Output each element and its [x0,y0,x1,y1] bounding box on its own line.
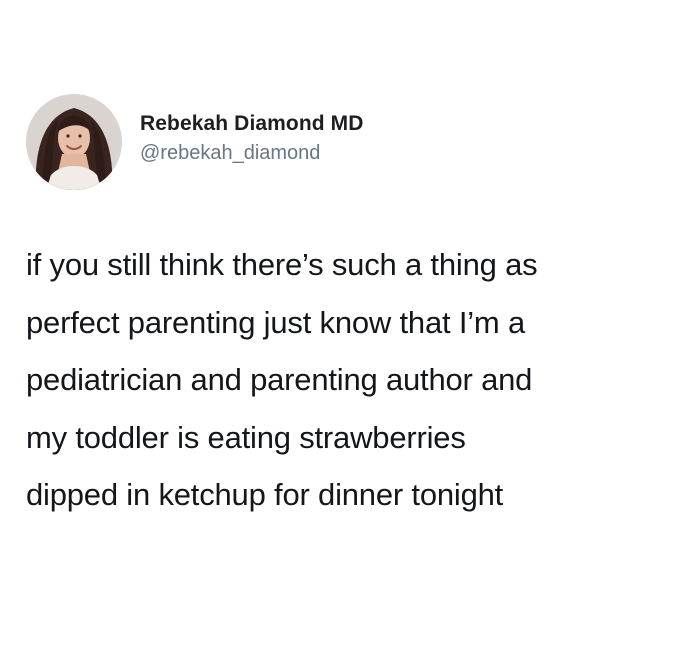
tweet-text-line: if you still think there’s such a thing … [26,247,538,282]
author-avatar[interactable] [26,94,122,190]
author-names: Rebekah Diamond MD @rebekah_diamond [140,110,364,166]
profile-photo-avatar-icon [26,94,122,190]
tweet-text-line: my toddler is eating strawberries [26,419,466,455]
tweet-text-line: dipped in ketchup for dinner tonight [26,477,504,512]
tweet-text-line: perfect parenting just know that I’m a [26,304,525,340]
tweet-card: Rebekah Diamond MD @rebekah_diamond if y… [0,0,700,648]
tweet-text-line: pediatrician and parenting author and [26,362,533,397]
tweet-header: Rebekah Diamond MD @rebekah_diamond [26,94,364,190]
author-handle[interactable]: @rebekah_diamond [140,140,364,166]
author-display-name[interactable]: Rebekah Diamond MD [140,110,364,138]
tweet-text: if you still think there’s such a thing … [26,236,676,524]
